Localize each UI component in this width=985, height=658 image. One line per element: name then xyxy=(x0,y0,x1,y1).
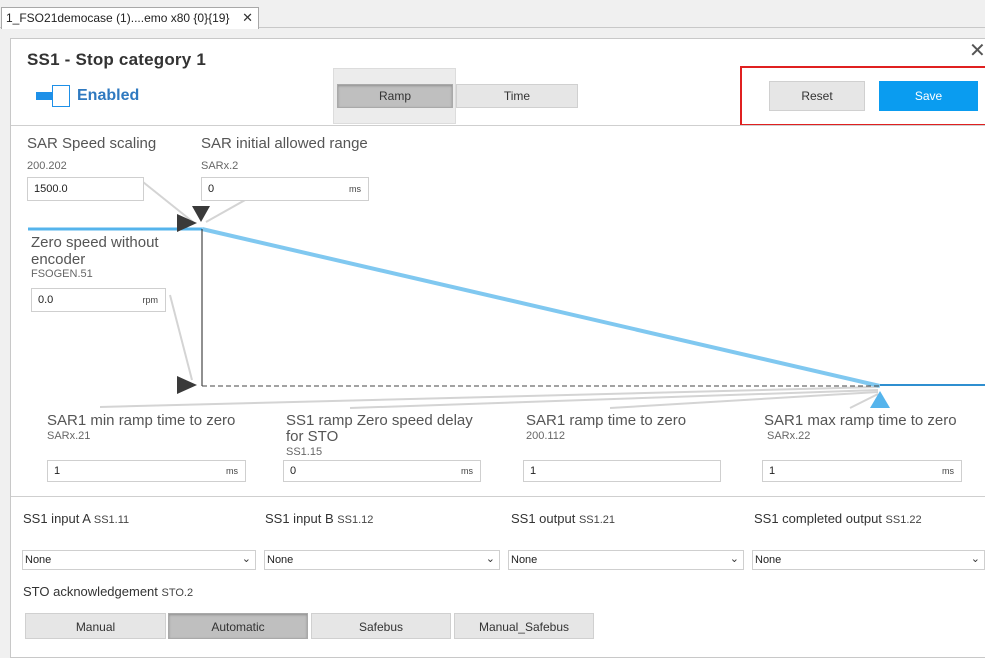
input-a-select[interactable]: None ⌄ xyxy=(22,550,256,570)
min-ramp-label: SAR1 min ramp time to zero xyxy=(47,412,236,429)
connector-speed-scaling xyxy=(142,181,194,223)
chevron-down-icon: ⌄ xyxy=(970,553,980,565)
ack-safebus-button[interactable]: Safebus xyxy=(311,613,451,639)
zero-delay-label-line2: for STO xyxy=(286,428,339,445)
ramp-time-value: 1 xyxy=(530,465,537,477)
ramp-time-code: 200.112 xyxy=(526,430,565,442)
ack-manual-safebus-button[interactable]: Manual_Safebus xyxy=(454,613,594,639)
input-b-label: SS1 input B SS1.12 xyxy=(265,511,374,526)
zero-speed-value: 0.0 xyxy=(38,294,54,306)
initial-range-unit: ms xyxy=(349,184,361,194)
speed-scaling-code: 200.202 xyxy=(27,160,67,172)
zero-delay-unit: ms xyxy=(461,466,473,476)
zero-speed-marker-icon xyxy=(177,376,197,394)
max-ramp-unit: ms xyxy=(942,466,954,476)
ramp-diagram xyxy=(28,181,985,409)
zero-delay-label-line1: SS1 ramp Zero speed delay xyxy=(286,412,473,429)
ramp-line xyxy=(201,227,881,388)
input-b-select[interactable]: None ⌄ xyxy=(264,550,500,570)
zero-delay-value: 0 xyxy=(290,465,297,477)
completed-value: None xyxy=(755,554,782,566)
connector-zero-speed xyxy=(169,294,193,381)
zero-delay-field[interactable]: 0 ms xyxy=(283,460,481,482)
output-select[interactable]: None ⌄ xyxy=(508,550,744,570)
input-a-value: None xyxy=(25,554,52,566)
initial-range-label: SAR initial allowed range xyxy=(201,135,368,152)
ack-automatic-button[interactable]: Automatic xyxy=(168,613,308,639)
speed-scaling-field[interactable]: 1500.0 xyxy=(27,177,144,201)
completed-label: SS1 completed output SS1.22 xyxy=(754,511,922,526)
output-value: None xyxy=(511,554,538,566)
ramp-time-field[interactable]: 1 xyxy=(523,460,721,482)
max-ramp-field[interactable]: 1 ms xyxy=(762,460,962,482)
max-ramp-code: SARx.22 xyxy=(767,430,811,442)
input-b-value: None xyxy=(267,554,294,566)
zero-speed-unit: rpm xyxy=(142,295,159,305)
min-ramp-code: SARx.21 xyxy=(47,430,91,442)
zero-speed-label-line2: encoder xyxy=(31,251,86,268)
initial-range-code: SARx.2 xyxy=(201,160,239,172)
max-ramp-value: 1 xyxy=(769,465,776,477)
initial-range-value: 0 xyxy=(208,183,215,195)
completed-select[interactable]: None ⌄ xyxy=(752,550,985,570)
sto-ack-label: STO acknowledgement STO.2 xyxy=(23,584,194,599)
min-ramp-unit: ms xyxy=(226,466,238,476)
min-ramp-field[interactable]: 1 ms xyxy=(47,460,246,482)
zero-speed-code: FSOGEN.51 xyxy=(31,268,93,280)
zero-speed-field[interactable]: 0.0 rpm xyxy=(31,288,166,312)
min-ramp-value: 1 xyxy=(54,465,61,477)
zero-speed-label-line1: Zero speed without xyxy=(31,234,159,251)
io-divider xyxy=(11,496,985,497)
chevron-down-icon: ⌄ xyxy=(485,553,495,565)
ramp-time-label: SAR1 ramp time to zero xyxy=(526,412,687,429)
speed-scaling-value: 1500.0 xyxy=(34,183,68,195)
initial-range-field[interactable]: 0 ms xyxy=(201,177,369,201)
max-ramp-label: SAR1 max ramp time to zero xyxy=(764,412,957,429)
zero-delay-code: SS1.15 xyxy=(286,446,323,458)
chevron-down-icon: ⌄ xyxy=(729,553,739,565)
input-a-label: SS1 input A SS1.11 xyxy=(23,511,130,526)
speed-scaling-label: SAR Speed scaling xyxy=(27,135,157,152)
chevron-down-icon: ⌄ xyxy=(241,553,251,565)
initial-range-marker-icon xyxy=(192,206,210,222)
ramp-end-marker-icon xyxy=(870,391,890,408)
ack-manual-button[interactable]: Manual xyxy=(25,613,166,639)
output-label: SS1 output SS1.21 xyxy=(511,511,616,526)
